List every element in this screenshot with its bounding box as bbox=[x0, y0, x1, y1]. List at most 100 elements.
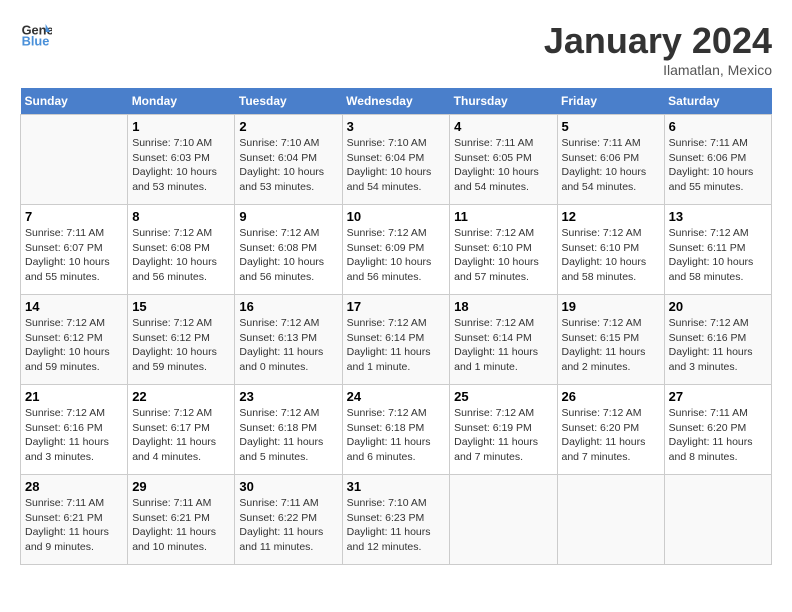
day-number: 12 bbox=[562, 209, 660, 224]
calendar-day-cell: 14 Sunrise: 7:12 AM Sunset: 6:12 PM Dayl… bbox=[21, 295, 128, 385]
day-number: 5 bbox=[562, 119, 660, 134]
day-number: 17 bbox=[347, 299, 446, 314]
day-number: 9 bbox=[239, 209, 337, 224]
day-number: 10 bbox=[347, 209, 446, 224]
day-info: Sunrise: 7:12 AM Sunset: 6:12 PM Dayligh… bbox=[132, 316, 230, 375]
day-number: 21 bbox=[25, 389, 123, 404]
day-number: 7 bbox=[25, 209, 123, 224]
day-number: 22 bbox=[132, 389, 230, 404]
calendar-day-cell: 3 Sunrise: 7:10 AM Sunset: 6:04 PM Dayli… bbox=[342, 115, 450, 205]
calendar-day-cell: 13 Sunrise: 7:12 AM Sunset: 6:11 PM Dayl… bbox=[664, 205, 771, 295]
calendar-day-cell: 8 Sunrise: 7:12 AM Sunset: 6:08 PM Dayli… bbox=[128, 205, 235, 295]
day-number: 28 bbox=[25, 479, 123, 494]
weekday-header: Thursday bbox=[450, 88, 557, 115]
calendar-day-cell bbox=[557, 475, 664, 565]
weekday-header: Friday bbox=[557, 88, 664, 115]
day-number: 2 bbox=[239, 119, 337, 134]
day-info: Sunrise: 7:12 AM Sunset: 6:14 PM Dayligh… bbox=[347, 316, 446, 375]
day-number: 8 bbox=[132, 209, 230, 224]
weekday-header: Tuesday bbox=[235, 88, 342, 115]
calendar-day-cell: 12 Sunrise: 7:12 AM Sunset: 6:10 PM Dayl… bbox=[557, 205, 664, 295]
day-info: Sunrise: 7:11 AM Sunset: 6:06 PM Dayligh… bbox=[562, 136, 660, 195]
calendar-day-cell: 29 Sunrise: 7:11 AM Sunset: 6:21 PM Dayl… bbox=[128, 475, 235, 565]
day-info: Sunrise: 7:11 AM Sunset: 6:22 PM Dayligh… bbox=[239, 496, 337, 555]
calendar-week-row: 28 Sunrise: 7:11 AM Sunset: 6:21 PM Dayl… bbox=[21, 475, 772, 565]
day-number: 25 bbox=[454, 389, 552, 404]
day-number: 24 bbox=[347, 389, 446, 404]
logo-icon: General Blue bbox=[20, 20, 52, 48]
day-info: Sunrise: 7:11 AM Sunset: 6:05 PM Dayligh… bbox=[454, 136, 552, 195]
day-number: 30 bbox=[239, 479, 337, 494]
logo: General Blue bbox=[20, 20, 52, 48]
day-info: Sunrise: 7:12 AM Sunset: 6:16 PM Dayligh… bbox=[25, 406, 123, 465]
day-info: Sunrise: 7:11 AM Sunset: 6:06 PM Dayligh… bbox=[669, 136, 767, 195]
day-number: 20 bbox=[669, 299, 767, 314]
calendar-day-cell: 4 Sunrise: 7:11 AM Sunset: 6:05 PM Dayli… bbox=[450, 115, 557, 205]
calendar-week-row: 7 Sunrise: 7:11 AM Sunset: 6:07 PM Dayli… bbox=[21, 205, 772, 295]
calendar-day-cell: 24 Sunrise: 7:12 AM Sunset: 6:18 PM Dayl… bbox=[342, 385, 450, 475]
title-area: January 2024 Ilamatlan, Mexico bbox=[544, 20, 772, 78]
calendar-day-cell: 26 Sunrise: 7:12 AM Sunset: 6:20 PM Dayl… bbox=[557, 385, 664, 475]
calendar-day-cell: 6 Sunrise: 7:11 AM Sunset: 6:06 PM Dayli… bbox=[664, 115, 771, 205]
weekday-header-row: SundayMondayTuesdayWednesdayThursdayFrid… bbox=[21, 88, 772, 115]
day-info: Sunrise: 7:12 AM Sunset: 6:17 PM Dayligh… bbox=[132, 406, 230, 465]
day-number: 11 bbox=[454, 209, 552, 224]
svg-text:Blue: Blue bbox=[22, 34, 50, 48]
day-info: Sunrise: 7:12 AM Sunset: 6:18 PM Dayligh… bbox=[347, 406, 446, 465]
day-number: 6 bbox=[669, 119, 767, 134]
day-number: 26 bbox=[562, 389, 660, 404]
calendar-day-cell: 11 Sunrise: 7:12 AM Sunset: 6:10 PM Dayl… bbox=[450, 205, 557, 295]
day-number: 31 bbox=[347, 479, 446, 494]
calendar-day-cell: 18 Sunrise: 7:12 AM Sunset: 6:14 PM Dayl… bbox=[450, 295, 557, 385]
calendar-day-cell: 1 Sunrise: 7:10 AM Sunset: 6:03 PM Dayli… bbox=[128, 115, 235, 205]
day-info: Sunrise: 7:10 AM Sunset: 6:03 PM Dayligh… bbox=[132, 136, 230, 195]
day-info: Sunrise: 7:12 AM Sunset: 6:10 PM Dayligh… bbox=[454, 226, 552, 285]
calendar-day-cell: 21 Sunrise: 7:12 AM Sunset: 6:16 PM Dayl… bbox=[21, 385, 128, 475]
weekday-header: Sunday bbox=[21, 88, 128, 115]
day-number: 23 bbox=[239, 389, 337, 404]
day-info: Sunrise: 7:11 AM Sunset: 6:21 PM Dayligh… bbox=[25, 496, 123, 555]
calendar-day-cell: 5 Sunrise: 7:11 AM Sunset: 6:06 PM Dayli… bbox=[557, 115, 664, 205]
day-number: 19 bbox=[562, 299, 660, 314]
calendar-day-cell: 23 Sunrise: 7:12 AM Sunset: 6:18 PM Dayl… bbox=[235, 385, 342, 475]
calendar-day-cell bbox=[664, 475, 771, 565]
calendar-table: SundayMondayTuesdayWednesdayThursdayFrid… bbox=[20, 88, 772, 565]
calendar-day-cell: 30 Sunrise: 7:11 AM Sunset: 6:22 PM Dayl… bbox=[235, 475, 342, 565]
day-info: Sunrise: 7:11 AM Sunset: 6:07 PM Dayligh… bbox=[25, 226, 123, 285]
location: Ilamatlan, Mexico bbox=[544, 62, 772, 78]
day-info: Sunrise: 7:10 AM Sunset: 6:04 PM Dayligh… bbox=[239, 136, 337, 195]
day-number: 16 bbox=[239, 299, 337, 314]
calendar-day-cell: 25 Sunrise: 7:12 AM Sunset: 6:19 PM Dayl… bbox=[450, 385, 557, 475]
calendar-day-cell: 9 Sunrise: 7:12 AM Sunset: 6:08 PM Dayli… bbox=[235, 205, 342, 295]
day-info: Sunrise: 7:12 AM Sunset: 6:08 PM Dayligh… bbox=[132, 226, 230, 285]
calendar-day-cell: 2 Sunrise: 7:10 AM Sunset: 6:04 PM Dayli… bbox=[235, 115, 342, 205]
day-info: Sunrise: 7:12 AM Sunset: 6:10 PM Dayligh… bbox=[562, 226, 660, 285]
calendar-day-cell: 20 Sunrise: 7:12 AM Sunset: 6:16 PM Dayl… bbox=[664, 295, 771, 385]
day-number: 13 bbox=[669, 209, 767, 224]
day-number: 27 bbox=[669, 389, 767, 404]
calendar-day-cell: 19 Sunrise: 7:12 AM Sunset: 6:15 PM Dayl… bbox=[557, 295, 664, 385]
day-number: 1 bbox=[132, 119, 230, 134]
calendar-day-cell bbox=[450, 475, 557, 565]
day-info: Sunrise: 7:12 AM Sunset: 6:09 PM Dayligh… bbox=[347, 226, 446, 285]
calendar-day-cell: 17 Sunrise: 7:12 AM Sunset: 6:14 PM Dayl… bbox=[342, 295, 450, 385]
calendar-day-cell bbox=[21, 115, 128, 205]
day-info: Sunrise: 7:12 AM Sunset: 6:14 PM Dayligh… bbox=[454, 316, 552, 375]
calendar-day-cell: 15 Sunrise: 7:12 AM Sunset: 6:12 PM Dayl… bbox=[128, 295, 235, 385]
day-info: Sunrise: 7:12 AM Sunset: 6:20 PM Dayligh… bbox=[562, 406, 660, 465]
calendar-day-cell: 22 Sunrise: 7:12 AM Sunset: 6:17 PM Dayl… bbox=[128, 385, 235, 475]
day-info: Sunrise: 7:10 AM Sunset: 6:23 PM Dayligh… bbox=[347, 496, 446, 555]
day-info: Sunrise: 7:12 AM Sunset: 6:18 PM Dayligh… bbox=[239, 406, 337, 465]
month-title: January 2024 bbox=[544, 20, 772, 62]
day-number: 3 bbox=[347, 119, 446, 134]
calendar-day-cell: 10 Sunrise: 7:12 AM Sunset: 6:09 PM Dayl… bbox=[342, 205, 450, 295]
day-info: Sunrise: 7:12 AM Sunset: 6:19 PM Dayligh… bbox=[454, 406, 552, 465]
weekday-header: Wednesday bbox=[342, 88, 450, 115]
day-info: Sunrise: 7:12 AM Sunset: 6:12 PM Dayligh… bbox=[25, 316, 123, 375]
day-number: 4 bbox=[454, 119, 552, 134]
calendar-week-row: 14 Sunrise: 7:12 AM Sunset: 6:12 PM Dayl… bbox=[21, 295, 772, 385]
calendar-day-cell: 28 Sunrise: 7:11 AM Sunset: 6:21 PM Dayl… bbox=[21, 475, 128, 565]
calendar-day-cell: 16 Sunrise: 7:12 AM Sunset: 6:13 PM Dayl… bbox=[235, 295, 342, 385]
day-number: 18 bbox=[454, 299, 552, 314]
day-info: Sunrise: 7:12 AM Sunset: 6:13 PM Dayligh… bbox=[239, 316, 337, 375]
